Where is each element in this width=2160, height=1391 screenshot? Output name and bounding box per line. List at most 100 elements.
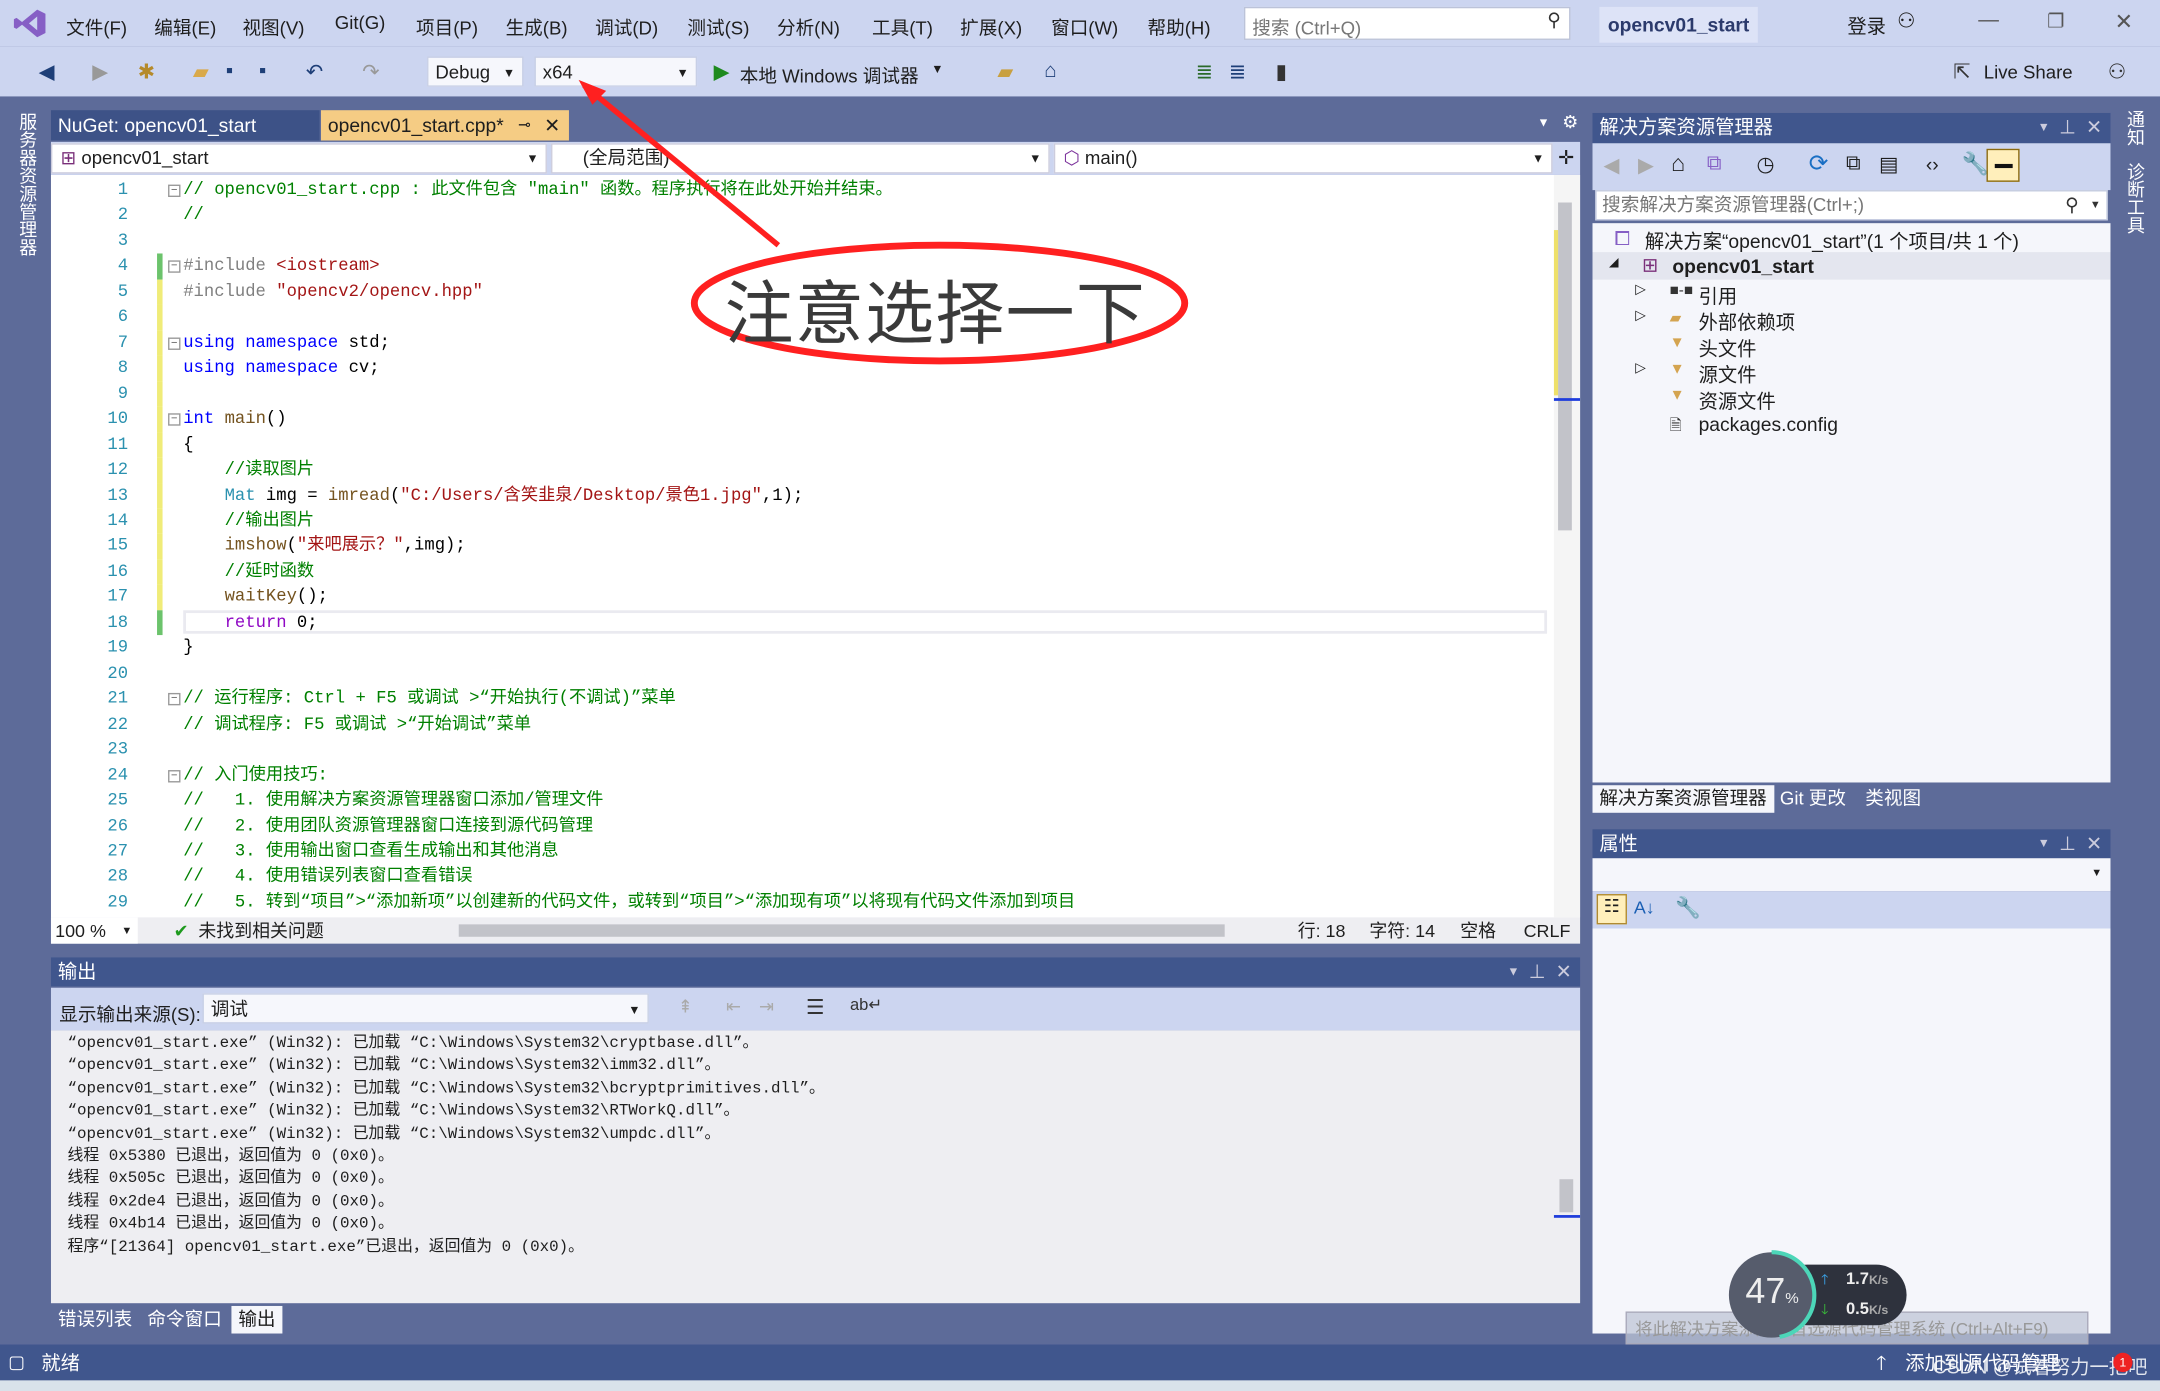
collapse-icon[interactable]: −	[168, 184, 181, 197]
preview-toggle-button[interactable]	[1986, 148, 2020, 182]
server-explorer-tab[interactable]: 服务器资源管理器	[14, 113, 40, 256]
tab-nuget[interactable]: NuGet: opencv01_start	[50, 110, 320, 141]
collapsed-arrow-icon[interactable]: ▷	[1635, 282, 1646, 297]
close-icon[interactable]: ✕	[2086, 113, 2102, 142]
sync-icon[interactable]: ⟳	[1809, 150, 1829, 178]
collapse-icon[interactable]: −	[168, 693, 181, 706]
pin-icon[interactable]: ⊥	[2059, 829, 2076, 858]
menu-item[interactable]: 帮助(H)	[1148, 12, 1211, 40]
spaces-indicator[interactable]: 空格	[1460, 917, 1496, 943]
minimize-button[interactable]: —	[1978, 8, 1999, 31]
alphabetical-icon[interactable]: A↓	[1634, 897, 1655, 918]
menu-item[interactable]: 生成(B)	[506, 12, 568, 40]
tree-item[interactable]: ▼ 资源文件	[1593, 386, 2111, 412]
find-message-icon[interactable]: ⇞	[678, 996, 693, 1018]
chevron-down-icon[interactable]: ▼	[1507, 957, 1519, 986]
feedback-icon[interactable]: ⚇	[2108, 59, 2127, 84]
tab-opencv01-start-cpp[interactable]: opencv01_start.cpp* ⊸ ✕	[320, 110, 569, 141]
prev-message-icon[interactable]: ⇤	[726, 996, 741, 1018]
solution-search-input[interactable]: 搜索解决方案资源管理器(Ctrl+;) ⚲ ▼	[1595, 190, 2108, 221]
close-icon[interactable]: ✕	[1556, 957, 1572, 986]
pending-changes-icon[interactable]: ◷	[1756, 152, 1774, 176]
word-wrap-icon[interactable]: ab↵	[850, 995, 882, 1014]
live-share-button[interactable]: Live Share	[1984, 62, 2073, 83]
output-scrollbar[interactable]	[1553, 1030, 1581, 1303]
next-message-icon[interactable]: ⇥	[759, 996, 774, 1018]
chevron-down-icon[interactable]: ▼	[2038, 829, 2050, 858]
menu-item[interactable]: 文件(F)	[66, 12, 127, 40]
scrollbar-thumb[interactable]	[1559, 1179, 1574, 1213]
pin-icon[interactable]: ⊸	[518, 110, 531, 140]
back-icon[interactable]: ◀	[39, 59, 55, 84]
bottom-tab[interactable]: 输出	[231, 1305, 283, 1334]
collapse-icon[interactable]: −	[168, 413, 181, 426]
menu-item[interactable]: 项目(P)	[416, 12, 478, 40]
solution-tab[interactable]: Git 更改	[1773, 785, 1853, 813]
collapse-icon[interactable]: −	[168, 769, 181, 782]
switch-views-icon[interactable]: ⧉	[1707, 152, 1722, 175]
menu-item[interactable]: 工具(T)	[872, 12, 933, 40]
login-link[interactable]: 登录	[1847, 12, 1886, 40]
tab-list-icon[interactable]: ▼	[1537, 116, 1549, 130]
collapse-icon[interactable]: −	[168, 336, 181, 350]
config-dropdown[interactable]: Debug ▼	[427, 56, 524, 87]
notifications-tab[interactable]: 通知	[2122, 110, 2148, 146]
output-source-dropdown[interactable]: 调试 ▼	[202, 993, 649, 1024]
collapse-icon[interactable]: −	[168, 260, 181, 274]
scrollbar-thumb[interactable]	[1558, 202, 1572, 531]
issues-status[interactable]: 未找到相关问题	[198, 917, 323, 943]
solution-node[interactable]: 解决方案“opencv01_start”(1 个项目/共 1 个)	[1645, 227, 2019, 255]
zoom-dropdown[interactable]: 100 % ▼	[50, 917, 138, 944]
categorized-icon[interactable]: ☷	[1596, 894, 1627, 925]
tree-item[interactable]: ▷ ■-■ 引用	[1593, 281, 2111, 307]
save-icon[interactable]: ▪	[226, 59, 233, 82]
forward-icon[interactable]: ▶	[92, 59, 108, 84]
bookmark-icon[interactable]: ▮	[1276, 59, 1287, 84]
properties-object-dropdown[interactable]: ▼	[1592, 858, 2111, 892]
split-icon[interactable]: ✛	[1558, 146, 1574, 169]
output-content[interactable]: “opencv01_start.exe” (Win32): 已加载 “C:\Wi…	[50, 1030, 1581, 1304]
close-button[interactable]: ✕	[2115, 8, 2133, 36]
home-icon[interactable]: ⌂	[1671, 150, 1685, 178]
open-icon[interactable]: ▰	[193, 59, 209, 84]
pin-icon[interactable]: ⊥	[1529, 957, 1546, 986]
back-icon[interactable]: ◀	[1604, 153, 1620, 177]
view-code-icon[interactable]: ‹›	[1926, 153, 1939, 175]
restore-button[interactable]: ❐	[2047, 10, 2064, 33]
pin-icon[interactable]: ⊥	[2059, 113, 2076, 142]
eol-indicator[interactable]: CRLF	[1524, 917, 1571, 943]
close-icon[interactable]: ✕	[2086, 829, 2102, 858]
redo-icon[interactable]: ↷	[362, 59, 379, 84]
menu-item[interactable]: 视图(V)	[242, 12, 304, 40]
new-project-icon[interactable]: ✱	[138, 59, 155, 84]
menu-item[interactable]: 窗口(W)	[1051, 12, 1118, 40]
show-all-files-icon[interactable]: ▤	[1879, 152, 1899, 176]
menu-item[interactable]: 测试(S)	[687, 12, 749, 40]
tree-item[interactable]: ▼ 头文件	[1593, 333, 2111, 360]
diagnostic-tools-tab[interactable]: 诊断工具	[2122, 163, 2148, 235]
expanded-arrow-icon[interactable]: ◢	[1609, 255, 1619, 270]
collapsed-arrow-icon[interactable]: ▷	[1635, 309, 1646, 324]
tree-item[interactable]: 🗎 packages.config	[1593, 412, 2111, 438]
menu-item[interactable]: Git(G)	[335, 12, 386, 33]
account-icon[interactable]: ⚇	[1897, 8, 1916, 33]
solution-tab[interactable]: 解决方案资源管理器	[1592, 785, 1774, 813]
search-input[interactable]: 搜索 (Ctrl+Q) ⚲	[1243, 6, 1571, 40]
project-dropdown[interactable]: ⊞ opencv01_start ▼	[50, 143, 547, 174]
solution-tab[interactable]: 类视图	[1858, 785, 1928, 813]
tree-item[interactable]: ▷ ▼ 源文件	[1593, 360, 2111, 386]
property-pages-icon[interactable]: 🔧	[1675, 895, 1701, 920]
tree-item[interactable]: ▷ ▰ 外部依赖项	[1593, 307, 2111, 334]
undo-icon[interactable]: ↶	[306, 59, 323, 84]
save-all-icon[interactable]: ▪	[259, 59, 266, 82]
share-icon[interactable]: ⇱	[1953, 59, 1970, 84]
uncomment-icon[interactable]: ≣	[1229, 59, 1246, 84]
menu-item[interactable]: 扩展(X)	[960, 12, 1022, 40]
settings-icon[interactable]: ⚙	[1562, 112, 1578, 134]
clear-all-icon[interactable]: ☰	[806, 995, 825, 1019]
properties-wrench-icon[interactable]: 🔧	[1962, 150, 1989, 178]
bottom-tab[interactable]: 错误列表	[51, 1306, 139, 1334]
project-node[interactable]: ◢ ⊞ opencv01_start	[1592, 252, 2111, 280]
forward-icon[interactable]: ▶	[1638, 153, 1654, 177]
menu-item[interactable]: 编辑(E)	[154, 12, 216, 40]
